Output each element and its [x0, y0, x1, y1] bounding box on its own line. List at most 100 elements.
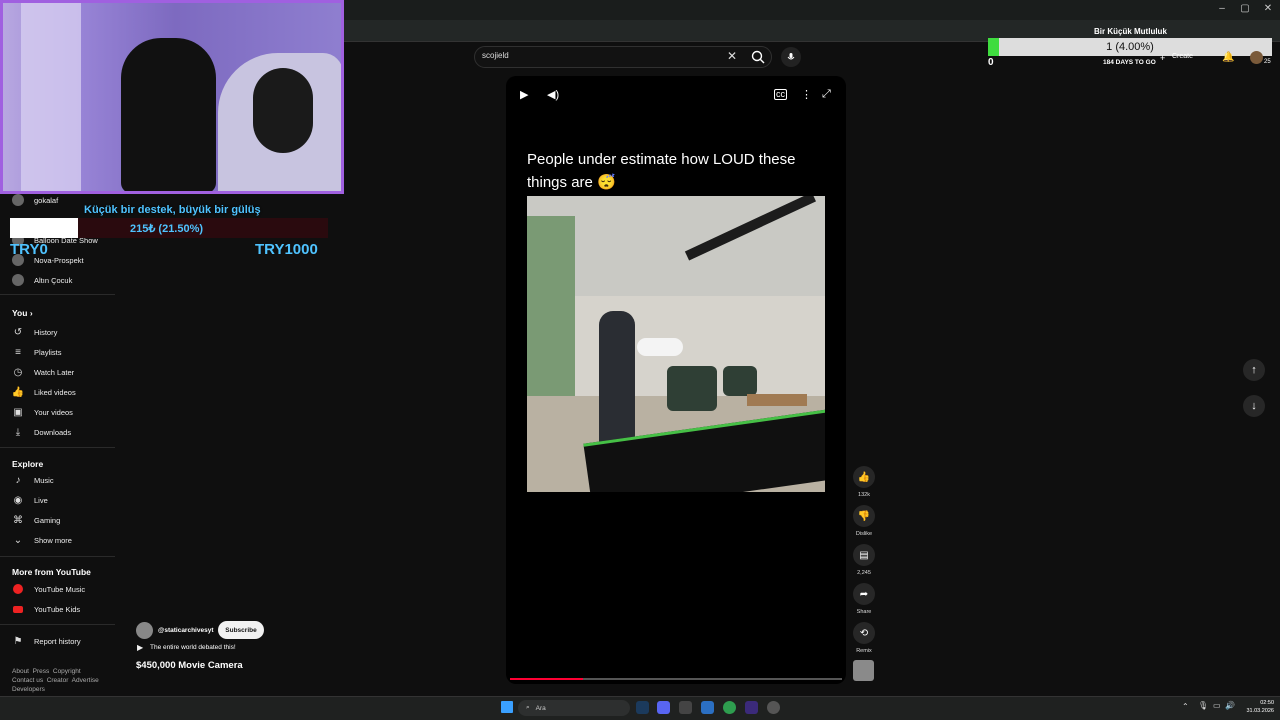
taskbar-search[interactable]: ⌕ Ara [518, 700, 630, 716]
sidebar-item-subscription[interactable]: Altın Çocuk [12, 270, 72, 290]
video-armchair [667, 366, 717, 411]
clock-icon: ◷ [13, 366, 23, 378]
clock-time: 02:50 [1260, 700, 1274, 706]
windows-start-icon[interactable] [501, 701, 513, 713]
sidebar-item-youtube-music[interactable]: YouTube Music [12, 579, 85, 599]
sidebar-item-your-videos[interactable]: ▣ Your videos [12, 402, 73, 422]
sidebar-item-gaming[interactable]: ⌘ Gaming [12, 510, 60, 530]
sidebar-item-label: YouTube Kids [34, 604, 81, 614]
sidebar-more-header: More from YouTube [12, 567, 91, 577]
avatar[interactable] [1250, 51, 1263, 64]
footer-link[interactable]: Contact us [12, 677, 43, 684]
captions-icon[interactable]: cc [774, 89, 787, 100]
comment-count: 2,245 [857, 570, 871, 576]
app-icon[interactable] [679, 701, 692, 714]
short-title[interactable]: $450,000 Movie Camera [136, 660, 243, 671]
discord-icon[interactable] [657, 701, 670, 714]
sidebar-item-label: Your videos [34, 407, 73, 417]
search-icon: ⌕ [526, 704, 530, 711]
sidebar-item-label: Downloads [34, 427, 72, 437]
footer-link[interactable]: Creator [47, 677, 69, 684]
next-short-button[interactable]: ↓ [1243, 395, 1265, 417]
arrow-down-icon: ↓ [1251, 400, 1257, 412]
footer-link[interactable]: Advertise [72, 677, 99, 684]
sidebar-item-playlists[interactable]: ≡ Playlists [12, 342, 62, 362]
sidebar-item-label: Playlists [34, 347, 62, 357]
close-window-button[interactable]: ✕ [1258, 3, 1278, 14]
remix-label: Remix [856, 648, 872, 654]
video-frame [527, 196, 825, 492]
channel-name[interactable]: @staticarchivesyt [158, 627, 213, 634]
clear-search-icon[interactable]: ✕ [727, 49, 737, 63]
footer-link[interactable]: Press [33, 668, 50, 675]
sidebar-item-live[interactable]: ◉ Live [12, 490, 48, 510]
webcam-headset [253, 68, 313, 153]
volume-icon[interactable]: 🔊 [1225, 701, 1235, 710]
channel-avatar[interactable] [136, 622, 153, 639]
sidebar-item-watch-later[interactable]: ◷ Watch Later [12, 362, 75, 382]
chrome-icon[interactable] [723, 701, 736, 714]
video-armchair [723, 366, 757, 396]
footer-link[interactable]: About [12, 668, 29, 675]
bell-icon[interactable]: 🔔 [1222, 52, 1234, 63]
search-icon[interactable] [750, 49, 766, 65]
video-paper-roll [637, 338, 683, 356]
footer-link[interactable]: Developers [12, 686, 45, 693]
webcam-overlay [0, 0, 344, 194]
create-button[interactable]: Create [1172, 53, 1193, 60]
sidebar-item-show-more[interactable]: ⌄ Show more [12, 530, 72, 550]
previous-short-button[interactable]: ↑ [1243, 359, 1265, 381]
subscribe-button[interactable]: Subscribe [218, 621, 264, 639]
play-icon[interactable]: ▶ [520, 88, 528, 101]
vscode-icon[interactable] [701, 701, 714, 714]
dislike-button[interactable]: 👎 [853, 505, 875, 527]
taskbar-clock[interactable]: 02:50 31.03.2026 [1238, 699, 1274, 715]
video-progress-fill [510, 678, 584, 680]
goal-days-left: 184 DAYS TO GO [1103, 59, 1156, 66]
voice-search-button[interactable] [781, 47, 801, 67]
dislike-label: Dislike [855, 531, 873, 537]
minimize-button[interactable]: – [1212, 3, 1232, 14]
share-button[interactable]: ➦ [853, 583, 875, 605]
volume-icon[interactable]: ◀) [547, 88, 559, 101]
share-label: Share [856, 609, 872, 615]
sidebar-item-history[interactable]: ↺ History [12, 322, 58, 342]
taskbar-search-label: Ara [535, 704, 546, 712]
notification-count: 25 [1264, 59, 1271, 65]
sidebar-you-header[interactable]: You › [12, 308, 33, 318]
sidebar-item-downloads[interactable]: ⤓ Downloads [12, 422, 71, 442]
sidebar-item-liked[interactable]: 👍 Liked videos [12, 382, 76, 402]
goal-title: Bir Küçük Mutluluk [1094, 27, 1167, 36]
network-icon[interactable]: ▭ [1213, 701, 1221, 710]
sidebar-divider [0, 294, 115, 295]
play-square-icon: ▣ [13, 406, 23, 418]
app-icon[interactable] [745, 701, 758, 714]
sidebar-divider [0, 447, 115, 448]
clock-date: 31.03.2026 [1246, 708, 1274, 714]
sidebar-item-label: Report history [34, 636, 81, 646]
sidebar-divider [0, 624, 115, 625]
footer-link[interactable]: Copyright [53, 668, 81, 675]
webcam-door [21, 3, 81, 191]
download-icon: ⤓ [15, 426, 21, 438]
history-icon: ↺ [13, 326, 23, 338]
chevron-right-icon: › [29, 308, 33, 318]
steam-icon[interactable] [636, 701, 649, 714]
microphone-icon[interactable]: 🎙 [1198, 701, 1208, 710]
sidebar-item-music[interactable]: ♪ Music [12, 470, 54, 490]
chevron-down-icon: ⌄ [13, 534, 23, 546]
comment-button[interactable]: ▤ [853, 544, 875, 566]
like-button[interactable]: 👍 [853, 466, 875, 488]
remix-button[interactable]: ⟲ [853, 622, 875, 644]
sidebar-item-report-history[interactable]: ⚑ Report history [12, 631, 81, 651]
sound-thumbnail[interactable] [853, 660, 874, 681]
fullscreen-icon[interactable]: ⤢ [822, 88, 831, 101]
sidebar-item-youtube-kids[interactable]: YouTube Kids [12, 599, 80, 619]
video-person [599, 311, 635, 451]
more-options-icon[interactable]: ⋮ [801, 88, 812, 101]
maximize-button[interactable]: ▢ [1235, 3, 1255, 14]
goal-start: 0 [988, 57, 994, 68]
obs-icon[interactable] [767, 701, 780, 714]
short-description[interactable]: The entire world debated this! [150, 644, 236, 651]
tray-chevron-icon[interactable]: ⌃ [1182, 702, 1189, 711]
